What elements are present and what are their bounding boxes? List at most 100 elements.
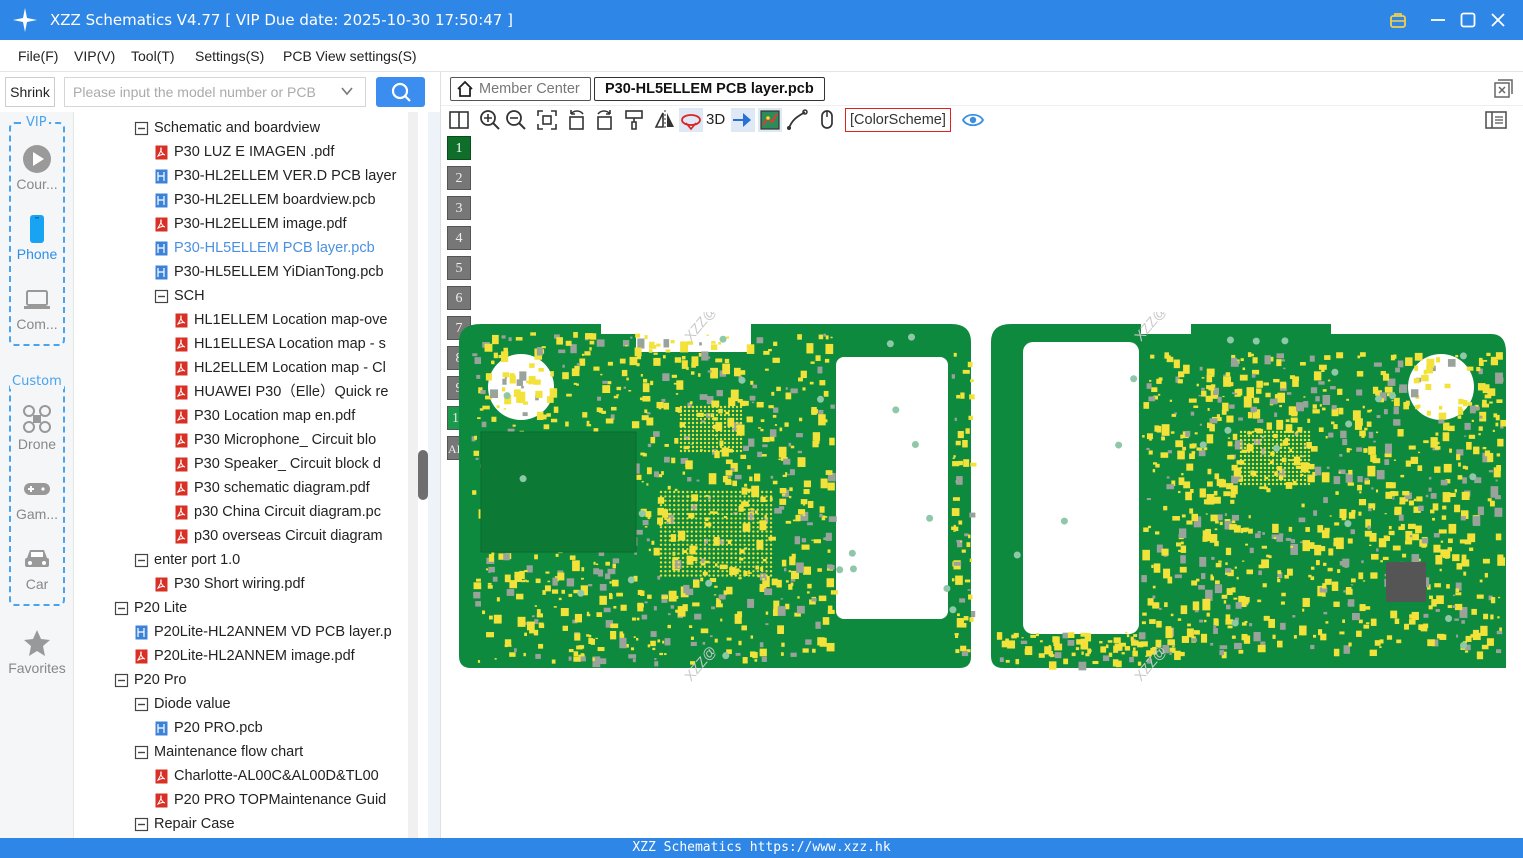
tree-file[interactable]: Charlotte-AL00C&AL00D&TL00 (154, 764, 379, 788)
tab-member-center[interactable]: Member Center (450, 77, 591, 101)
tree-folder[interactable]: P20 Pro (114, 668, 186, 692)
bga-ball (1279, 466, 1283, 470)
tree-file[interactable]: p30 China Circuit diagram.pc (174, 500, 381, 524)
pcb-pad (803, 489, 810, 495)
tree-folder[interactable]: Repair Case (134, 812, 235, 836)
bga-ball (1251, 470, 1255, 474)
close-all-tabs-icon[interactable] (1493, 79, 1513, 99)
tree-scrollbar-thumb[interactable] (418, 450, 428, 500)
rail-item-favorites[interactable]: Favorites (0, 628, 74, 676)
close-button[interactable] (1486, 8, 1510, 32)
rotate-right-icon[interactable] (592, 108, 616, 132)
tree-folder[interactable]: SCH (154, 284, 205, 308)
bga-ball (769, 526, 773, 529)
tree-file[interactable]: P30 schematic diagram.pdf (174, 476, 370, 500)
bga-ball (677, 490, 680, 494)
tree-folder[interactable]: Diode value (134, 692, 231, 716)
pcb-pad (1467, 402, 1473, 406)
bga-ball (1247, 454, 1251, 458)
trace-layer-icon[interactable] (758, 108, 782, 132)
tree-file[interactable]: p30 overseas Circuit diagram (174, 524, 383, 548)
tree-file[interactable]: HL1ELLEM Location map-ove (174, 308, 387, 332)
measure-icon[interactable] (785, 108, 809, 132)
color-scheme-button[interactable]: [ColorScheme] (845, 108, 951, 132)
rail-item-computer[interactable]: Com... (0, 284, 74, 332)
pcb-pad (1497, 438, 1504, 447)
pcb-pad (752, 652, 758, 659)
flip-board-icon[interactable] (679, 108, 703, 132)
bga-ball (739, 552, 742, 555)
brush-icon[interactable] (622, 108, 646, 132)
pcb-board-canvas[interactable]: XZZ@XZZHKXZZ@XZZHKXZZ@XZZ@ (451, 312, 1511, 682)
tree-file[interactable]: P30-HL5ELLEM PCB layer.pcb (154, 236, 375, 260)
pcb-pad (1187, 623, 1191, 627)
tree-file[interactable]: P20 PRO.pcb (154, 716, 263, 740)
tree-file[interactable]: HUAWEI P30（Elle）Quick re (174, 380, 388, 404)
mirror-icon[interactable] (653, 108, 677, 132)
tab-pcb-file[interactable]: P30-HL5ELLEM PCB layer.pcb (594, 77, 825, 101)
tree-file[interactable]: P30 Microphone_ Circuit blo (174, 428, 376, 452)
tree-item-label: P20 Pro (134, 672, 187, 688)
tree-file[interactable]: HL2ELLEM Location map - Cl (174, 356, 386, 380)
rail-item-car[interactable]: Car (0, 544, 74, 592)
search-input[interactable] (64, 77, 366, 107)
tree-file[interactable]: P20Lite-HL2ANNEM image.pdf (134, 644, 355, 668)
layer-button-3[interactable]: 3 (447, 196, 471, 220)
tree-file[interactable]: P30-HL2ELLEM boardview.pcb (154, 188, 376, 212)
pcb-pad (560, 607, 569, 617)
tree-file[interactable]: P30 LUZ E IMAGEN .pdf (154, 140, 334, 164)
minimize-button[interactable] (1426, 8, 1450, 32)
tree-folder[interactable]: enter port 1.0 (134, 548, 240, 572)
layer-button-6[interactable]: 6 (447, 286, 471, 310)
pcb-pad (761, 454, 767, 457)
menu-file[interactable]: File(F) (18, 48, 58, 64)
tree-folder[interactable]: Schematic and boardview (134, 116, 320, 140)
maximize-button[interactable] (1456, 8, 1480, 32)
pcb-pad (1393, 419, 1401, 426)
layer-button-1[interactable]: 1 (447, 136, 471, 160)
tree-file[interactable]: P30-HL2ELLEM image.pdf (154, 212, 347, 236)
bga-ball (681, 512, 685, 516)
net-highlight-icon[interactable] (731, 108, 755, 132)
search-button[interactable] (376, 77, 425, 107)
rail-item-drone[interactable]: Drone (0, 404, 74, 452)
zoom-out-icon[interactable] (504, 108, 528, 132)
layer-button-2[interactable]: 2 (447, 166, 471, 190)
menu-tool[interactable]: Tool(T) (131, 48, 175, 64)
chevron-down-icon[interactable] (340, 84, 354, 98)
rotate-left-icon[interactable] (565, 108, 589, 132)
menu-vip[interactable]: VIP(V) (74, 48, 115, 64)
tree-folder[interactable]: P20 Lite (114, 596, 187, 620)
shrink-button[interactable]: Shrink (5, 77, 55, 107)
bga-ball (765, 499, 768, 502)
mouse-icon[interactable] (815, 108, 839, 132)
side-panel-icon[interactable] (1484, 108, 1508, 132)
panel-splitter[interactable] (428, 112, 440, 838)
tree-file[interactable]: P30-HL2ELLEM VER.D PCB layer (154, 164, 396, 188)
tree-scrollbar[interactable] (408, 112, 418, 838)
rail-item-courses[interactable]: Cour... (0, 144, 74, 192)
tree-file[interactable]: P30-HL5ELLEM YiDianTong.pcb (154, 260, 384, 284)
layer-button-4[interactable]: 4 (447, 226, 471, 250)
tree-file[interactable]: P30 Short wiring.pdf (154, 572, 305, 596)
tree-file[interactable]: P30 Location map en.pdf (174, 404, 355, 428)
tree-file[interactable]: P30 Speaker_ Circuit block d (174, 452, 381, 476)
fit-view-icon[interactable] (535, 108, 559, 132)
rail-item-phone[interactable]: Phone (0, 214, 74, 262)
rail-item-game[interactable]: Gam... (0, 474, 74, 522)
split-view-icon[interactable] (447, 108, 471, 132)
tree-file[interactable]: P20 PRO TOPMaintenance Guid (154, 788, 386, 812)
view-3d-button[interactable]: 3D (706, 108, 732, 132)
vip-bag-icon[interactable] (1386, 8, 1410, 32)
tree-file[interactable]: P20Lite-HL2ANNEM VD PCB layer.p (134, 620, 392, 644)
zoom-in-icon[interactable] (478, 108, 502, 132)
bga-ball (677, 570, 680, 573)
menu-pcb-view-settings[interactable]: PCB View settings(S) (283, 48, 417, 64)
tree-folder[interactable]: Maintenance flow chart (134, 740, 303, 764)
layer-button-5[interactable]: 5 (447, 256, 471, 280)
pcb-pad (1261, 559, 1270, 569)
tree-file[interactable]: HL1ELLESA Location map - s (174, 332, 386, 356)
bga-ball (690, 490, 693, 494)
menu-settings[interactable]: Settings(S) (195, 48, 264, 64)
eye-icon[interactable] (961, 108, 985, 132)
